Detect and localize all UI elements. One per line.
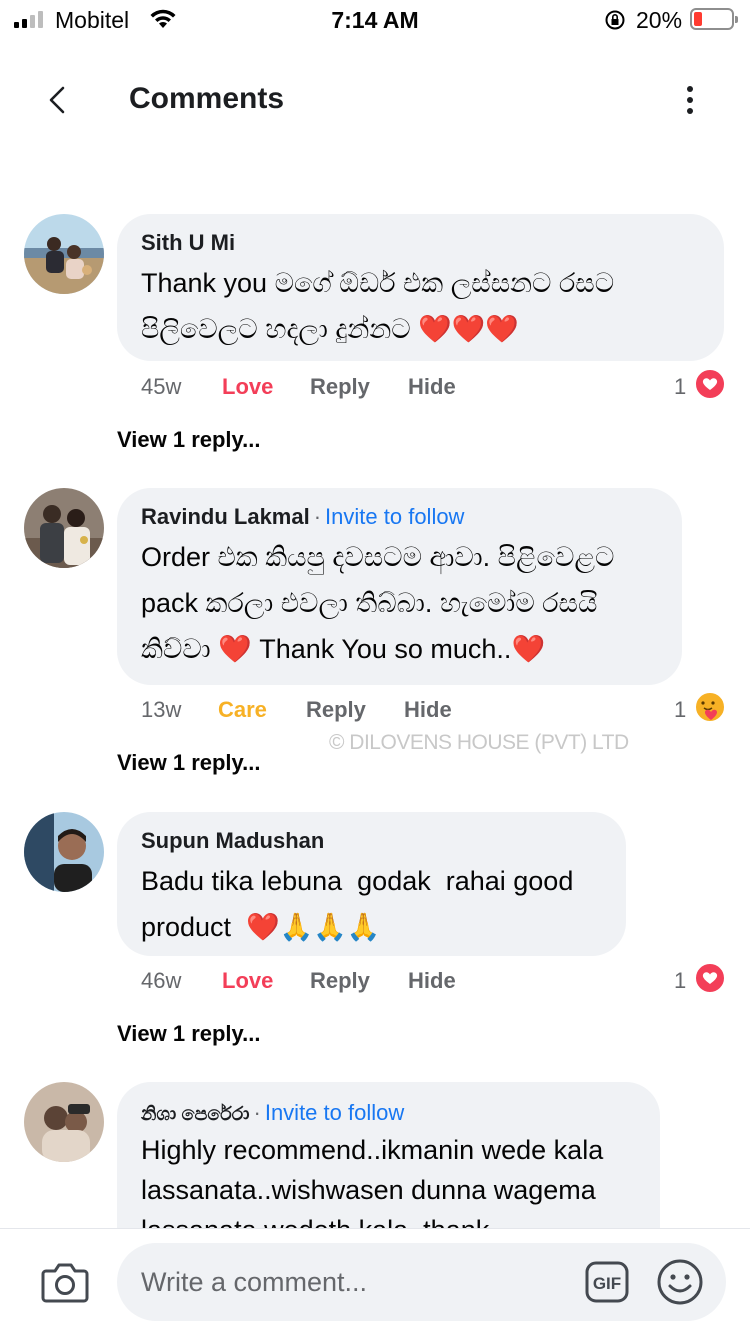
love-reaction-icon[interactable] bbox=[694, 368, 726, 400]
comment-actions: 46w Love Reply Hide bbox=[141, 968, 501, 998]
comment-author-line: නිශා පෙරේරා · Invite to follow bbox=[141, 1098, 636, 1128]
watermark: © DILOVENS HOUSE (PVT) LTD bbox=[329, 731, 629, 754]
view-replies-link[interactable]: View 1 reply... bbox=[117, 427, 260, 453]
hide-button[interactable]: Hide bbox=[408, 374, 456, 400]
status-bar: Mobitel 7:14 AM 20% bbox=[0, 0, 750, 40]
more-vertical-icon bbox=[687, 86, 693, 92]
rotation-lock-icon bbox=[605, 10, 625, 30]
header: Comments bbox=[0, 60, 750, 140]
reply-button[interactable]: Reply bbox=[310, 968, 370, 994]
invite-to-follow-link[interactable]: Invite to follow bbox=[325, 504, 464, 529]
battery-icon bbox=[690, 8, 738, 30]
comment-text: Highly recommend..ikmanin wede kala lass… bbox=[141, 1135, 604, 1228]
invite-to-follow-link[interactable]: Invite to follow bbox=[265, 1100, 404, 1125]
back-button[interactable] bbox=[38, 80, 78, 120]
comment-bubble[interactable]: Ravindu Lakmal · Invite to follow Order එක… bbox=[117, 488, 682, 685]
comment-composer: Write a comment... GIF bbox=[0, 1228, 750, 1334]
avatar[interactable] bbox=[24, 1082, 104, 1162]
comment-bubble[interactable]: නිශා පෙරේරා · Invite to follow Highly reco… bbox=[117, 1082, 660, 1228]
emoji-icon bbox=[657, 1259, 703, 1305]
reaction-button[interactable]: Love bbox=[222, 374, 273, 400]
comment-input-placeholder: Write a comment... bbox=[141, 1267, 368, 1297]
comment-bubble[interactable]: Supun Madushan Badu tika lebuna godak ra… bbox=[117, 812, 626, 956]
comment-author[interactable]: Sith U Mi bbox=[141, 228, 700, 258]
hide-button[interactable]: Hide bbox=[404, 697, 452, 723]
gif-icon: GIF bbox=[585, 1261, 629, 1303]
view-replies-link[interactable]: View 1 reply... bbox=[117, 1021, 260, 1047]
comment-age: 46w bbox=[141, 968, 182, 993]
comment: නිශා පෙරේරා · Invite to follow Highly reco… bbox=[0, 1082, 750, 1228]
reply-button[interactable]: Reply bbox=[306, 697, 366, 723]
care-reaction-icon[interactable] bbox=[694, 691, 726, 723]
comment-author-line: Ravindu Lakmal · Invite to follow bbox=[141, 502, 658, 532]
reaction-button[interactable]: Love bbox=[222, 968, 273, 994]
comment-author[interactable]: Supun Madushan bbox=[141, 826, 602, 856]
camera-icon bbox=[41, 1263, 89, 1303]
separator: · bbox=[253, 1100, 261, 1125]
comment-actions: 13w Care Reply Hide bbox=[141, 697, 501, 727]
svg-text:GIF: GIF bbox=[593, 1274, 621, 1293]
back-chevron-icon bbox=[49, 86, 65, 114]
battery-percent: 20% bbox=[636, 7, 683, 33]
reaction-button[interactable]: Care bbox=[218, 697, 267, 723]
more-options-button[interactable] bbox=[676, 82, 704, 118]
comment-input[interactable]: Write a comment... GIF bbox=[117, 1243, 726, 1321]
hide-button[interactable]: Hide bbox=[408, 968, 456, 994]
emoji-button[interactable] bbox=[656, 1258, 704, 1306]
page-title: Comments bbox=[129, 82, 285, 115]
comment-actions: 45w Love Reply Hide bbox=[141, 374, 501, 404]
separator: · bbox=[313, 504, 322, 529]
reaction-count[interactable]: 1 bbox=[674, 374, 686, 400]
comment-text: Thank you මගේ ඕඩර් එක ලස්සනට රසට පිලිවෙල… bbox=[141, 268, 615, 344]
gif-button[interactable]: GIF bbox=[585, 1261, 629, 1303]
view-replies-link[interactable]: View 1 reply... bbox=[117, 750, 260, 776]
comment-author[interactable]: Ravindu Lakmal bbox=[141, 504, 310, 529]
reply-button[interactable]: Reply bbox=[310, 374, 370, 400]
reaction-count[interactable]: 1 bbox=[674, 968, 686, 994]
comment-age: 45w bbox=[141, 374, 182, 399]
comment-bubble[interactable]: Sith U Mi Thank you මගේ ඕඩර් එක ලස්සනට ර… bbox=[117, 214, 724, 361]
comment-text: Badu tika lebuna godak rahai good produc… bbox=[141, 866, 574, 942]
comment-text: Order එක කියපු දවසටම ආවා. පිළිවෙළට pack … bbox=[141, 542, 615, 664]
reaction-count[interactable]: 1 bbox=[674, 697, 686, 723]
avatar[interactable] bbox=[24, 812, 104, 892]
comment-age: 13w bbox=[141, 697, 182, 722]
avatar[interactable] bbox=[24, 214, 104, 294]
avatar[interactable] bbox=[24, 488, 104, 568]
love-reaction-icon[interactable] bbox=[694, 962, 726, 994]
camera-button[interactable] bbox=[40, 1261, 90, 1305]
comment-author[interactable]: නිශා පෙරේරා bbox=[141, 1104, 250, 1125]
